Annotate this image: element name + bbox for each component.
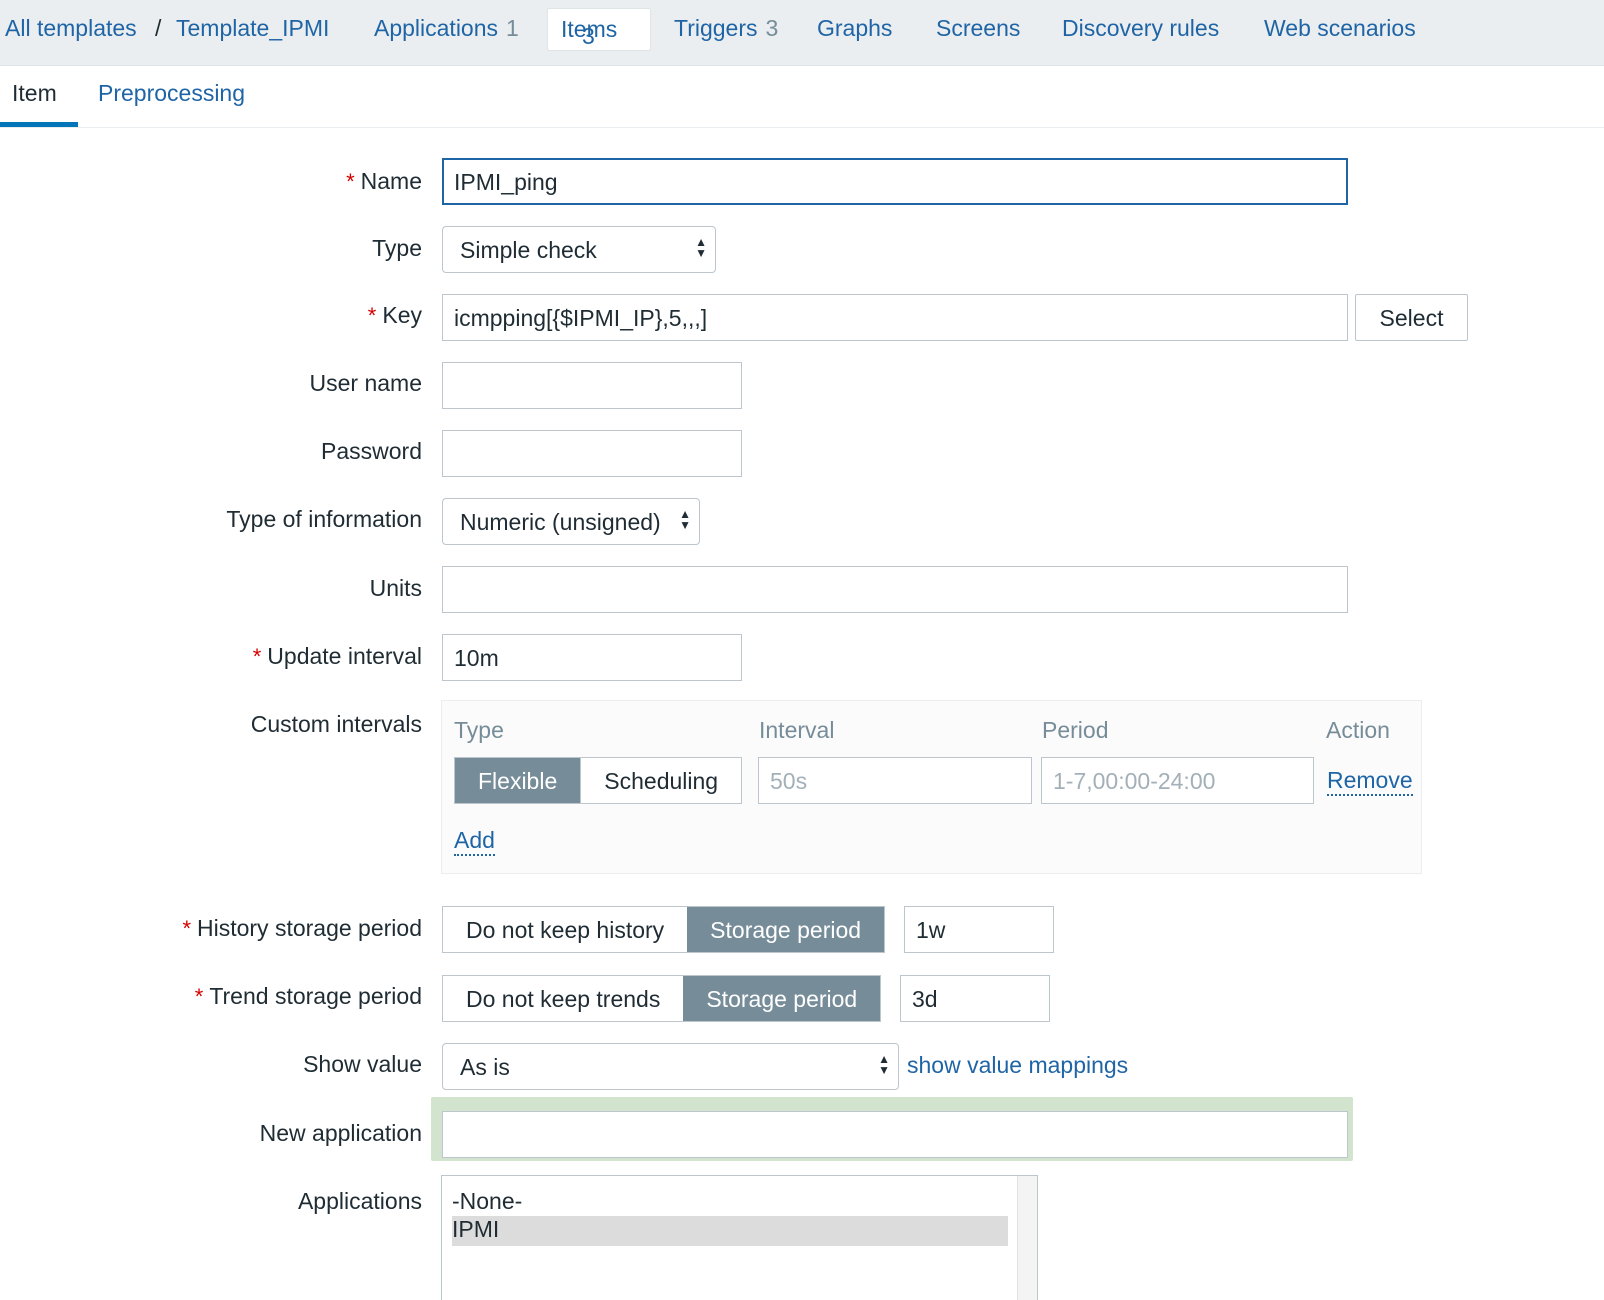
history-label-text: History storage period (197, 915, 422, 941)
typeinfo-label: Type of information (226, 506, 422, 532)
show-value-label: Show value (303, 1051, 422, 1077)
units-label: Units (369, 575, 422, 601)
typeinfo-select-value: Numeric (unsigned) (460, 509, 661, 535)
ci-scheduling-button[interactable]: Scheduling (580, 758, 742, 803)
show-value-select-value: As is (460, 1054, 510, 1080)
ci-add-link[interactable]: Add (454, 827, 495, 856)
form-tabs: Item Preprocessing (0, 66, 1604, 128)
nav-applications[interactable]: Applications 1 (374, 15, 519, 42)
update-interval-input[interactable]: 10m (442, 634, 742, 681)
name-label: * Name (346, 168, 422, 195)
list-item[interactable]: -None- (452, 1188, 522, 1215)
ci-header-type: Type (454, 717, 504, 743)
listbox-scrollbar[interactable] (1017, 1176, 1037, 1300)
key-input[interactable]: icmpping[{$IPMI_IP},5,,,] (442, 294, 1348, 341)
breadcrumb-separator: / (155, 15, 162, 41)
trend-toggle: Do not keep trends Storage period (442, 975, 882, 1022)
breadcrumb-template[interactable]: Template_IPMI (176, 15, 329, 42)
type-select-value: Simple check (460, 237, 597, 263)
custom-intervals-label: Custom intervals (250, 711, 422, 737)
nav-discovery-rules[interactable]: Discovery rules (1062, 15, 1219, 42)
update-interval-label-text: Update interval (267, 643, 422, 669)
top-navigation: All templates / Template_IPMI Applicatio… (0, 0, 1604, 66)
ci-header-action: Action (1326, 717, 1390, 743)
ci-interval-input[interactable]: 50s (758, 757, 1032, 804)
applications-listbox[interactable]: -None- IPMI (441, 1175, 1038, 1300)
nav-items-count: 3 (582, 23, 595, 49)
nav-items[interactable]: Items 3 (547, 8, 651, 51)
breadcrumb-all-templates[interactable]: All templates (5, 15, 137, 42)
username-input[interactable] (442, 362, 742, 409)
nav-web-scenarios[interactable]: Web scenarios (1264, 15, 1416, 42)
type-select[interactable]: Simple check ▲ ▼ (442, 226, 716, 273)
history-toggle: Do not keep history Storage period (442, 906, 886, 953)
select-button[interactable]: Select (1355, 294, 1468, 341)
nav-applications-label: Applications (374, 15, 499, 41)
ci-remove-link[interactable]: Remove (1327, 767, 1413, 796)
trend-label: * Trend storage period (195, 983, 422, 1010)
nav-triggers-count: 3 (765, 15, 779, 41)
required-asterisk: * (182, 916, 191, 941)
history-storage-period-button[interactable]: Storage period (687, 907, 885, 952)
password-label: Password (321, 438, 422, 464)
select-arrows-icon: ▲ ▼ (878, 1052, 890, 1077)
required-asterisk: * (194, 984, 204, 1009)
nav-items-text: Items 3 (561, 16, 617, 49)
select-arrows-icon: ▲ ▼ (695, 235, 707, 260)
name-input[interactable]: IPMI_ping (442, 158, 1348, 205)
new-application-label: New application (259, 1120, 422, 1146)
type-label: Type (372, 235, 422, 261)
select-arrows-icon: ▲ ▼ (679, 507, 691, 532)
update-interval-label: * Update interval (253, 643, 422, 670)
ci-flexible-button[interactable]: Flexible (455, 758, 581, 803)
new-application-input[interactable] (442, 1111, 1348, 1158)
ci-header-period: Period (1042, 717, 1109, 743)
show-value-mappings-link[interactable]: show value mappings (907, 1052, 1128, 1079)
typeinfo-select[interactable]: Numeric (unsigned) ▲ ▼ (442, 498, 700, 545)
nav-screens[interactable]: Screens (936, 15, 1020, 42)
username-label: User name (309, 370, 422, 396)
history-do-not-keep-button[interactable]: Do not keep history (443, 907, 688, 952)
tab-item[interactable]: Item (12, 80, 57, 107)
applications-label: Applications (297, 1188, 422, 1214)
ci-header-interval: Interval (759, 717, 835, 743)
ci-type-toggle: Flexible Scheduling (454, 757, 743, 804)
key-label: * Key (368, 302, 422, 329)
password-input[interactable] (442, 430, 742, 477)
tab-preprocessing[interactable]: Preprocessing (98, 80, 245, 107)
required-asterisk: * (252, 644, 262, 669)
trend-do-not-keep-button[interactable]: Do not keep trends (443, 976, 684, 1021)
list-item[interactable]: IPMI (452, 1216, 1008, 1246)
key-label-text: Key (382, 302, 422, 328)
history-label: * History storage period (182, 915, 422, 942)
nav-triggers-label: Triggers (674, 15, 758, 41)
nav-graphs[interactable]: Graphs (817, 15, 892, 42)
custom-intervals-table: Type Interval Period Action Flexible Sch… (441, 700, 1422, 874)
ci-period-input[interactable]: 1-7,00:00-24:00 (1041, 757, 1314, 804)
required-asterisk: * (346, 169, 355, 194)
trend-label-text: Trend storage period (209, 983, 422, 1009)
history-period-input[interactable]: 1w (904, 906, 1054, 953)
name-label-text: Name (360, 168, 422, 194)
trend-period-input[interactable]: 3d (900, 975, 1050, 1022)
nav-applications-count: 1 (506, 15, 519, 41)
nav-triggers[interactable]: Triggers 3 (674, 15, 778, 42)
trend-storage-period-button[interactable]: Storage period (683, 976, 881, 1021)
units-input[interactable] (442, 566, 1348, 613)
show-value-select[interactable]: As is ▲ ▼ (442, 1043, 899, 1090)
active-tab-indicator (0, 122, 78, 127)
required-asterisk: * (367, 303, 377, 328)
